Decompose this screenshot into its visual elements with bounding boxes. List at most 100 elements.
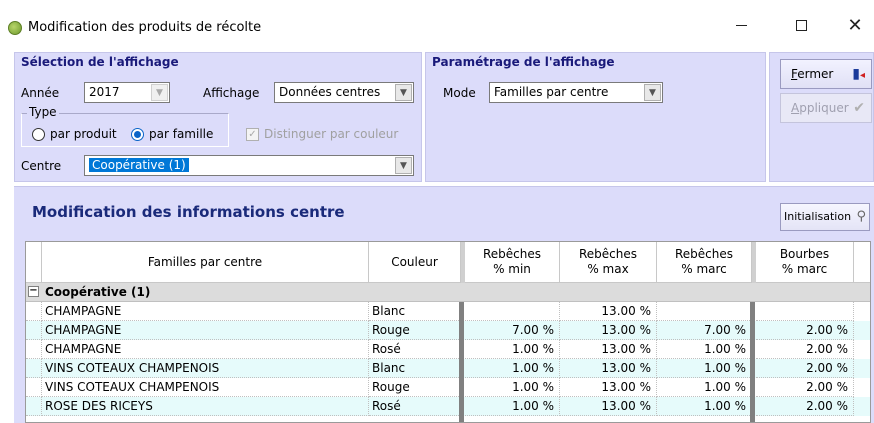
row-header[interactable] bbox=[26, 340, 42, 359]
cell-couleur[interactable]: Rouge bbox=[369, 321, 461, 340]
cell-rebeches-max[interactable]: 13.00 % bbox=[560, 397, 657, 416]
type-legend: Type bbox=[27, 105, 59, 119]
cell-rebeches-min[interactable]: 1.00 % bbox=[465, 378, 560, 397]
annee-label: Année bbox=[21, 86, 60, 100]
row-header[interactable] bbox=[26, 397, 42, 416]
header-couleur[interactable]: Couleur bbox=[369, 242, 461, 283]
row-header[interactable] bbox=[26, 302, 42, 321]
cell-rebeches-marc[interactable]: 7.00 % bbox=[657, 321, 752, 340]
cell-couleur[interactable]: Blanc bbox=[369, 359, 461, 378]
table-row[interactable]: CHAMPAGNE Rosé 1.00 % 13.00 % 1.00 % 2.00 % bbox=[26, 340, 870, 359]
cell-rebeches-marc[interactable]: 1.00 % bbox=[657, 378, 752, 397]
close-button[interactable]: ✕ bbox=[832, 10, 874, 40]
cell-famille[interactable]: VINS COTEAUX CHAMPENOIS bbox=[42, 378, 369, 397]
table-row[interactable]: VINS COTEAUX CHAMPENOIS Rouge 1.00 % 13.00 … bbox=[26, 378, 870, 397]
section-title: Modification des informations centre bbox=[32, 203, 345, 221]
grape-icon bbox=[8, 21, 22, 35]
cell-rebeches-min[interactable]: 1.00 % bbox=[465, 397, 560, 416]
cell-rebeches-min[interactable] bbox=[465, 302, 560, 321]
centre-value: Coopérative (1) bbox=[89, 158, 189, 172]
row-header[interactable] bbox=[26, 321, 42, 340]
distinguer-label: Distinguer par couleur bbox=[264, 127, 399, 141]
affichage-value: Données centres bbox=[279, 85, 381, 99]
cell-rebeches-marc[interactable]: 1.00 % bbox=[657, 359, 752, 378]
table-row[interactable]: ROSE DES RICEYS Rosé 1.00 % 13.00 % 1.00 % 2.… bbox=[26, 397, 870, 416]
header-familles[interactable]: Familles par centre bbox=[42, 242, 369, 283]
cell-rebeches-max[interactable]: 13.00 % bbox=[560, 302, 657, 321]
fermer-button[interactable]: Fermer ▮◂ bbox=[780, 59, 872, 89]
cell-famille[interactable]: VINS COTEAUX CHAMPENOIS bbox=[42, 359, 369, 378]
parametrage-legend: Paramétrage de l'affichage bbox=[430, 55, 617, 69]
chevron-down-icon: ▼ bbox=[151, 84, 168, 101]
actions-panel: Fermer ▮◂ Appliquer ✔ bbox=[769, 52, 874, 182]
header-rebeches-max[interactable]: Rebêches% max bbox=[560, 242, 657, 283]
distinguer-checkbox[interactable]: ✓ bbox=[246, 128, 259, 141]
cell-rebeches-max[interactable]: 13.00 % bbox=[560, 340, 657, 359]
wrench-icon: ⚲ bbox=[856, 209, 866, 224]
affichage-label: Affichage bbox=[203, 86, 260, 100]
collapse-icon[interactable]: − bbox=[28, 286, 39, 297]
cell-bourbes-marc[interactable]: 2.00 % bbox=[756, 359, 854, 378]
mode-value: Familles par centre bbox=[494, 85, 609, 99]
data-grid: Familles par centre Couleur Rebêches% mi… bbox=[25, 241, 871, 423]
appliquer-mnemonic: A bbox=[791, 101, 800, 115]
cell-famille[interactable]: CHAMPAGNE bbox=[42, 321, 369, 340]
group-label: Coopérative (1) bbox=[45, 285, 151, 299]
affichage-select[interactable]: Données centres ▼ bbox=[274, 82, 414, 103]
checkmark-icon: ✔ bbox=[853, 100, 865, 116]
selection-legend: Sélection de l'affichage bbox=[19, 55, 181, 69]
cell-couleur[interactable]: Rosé bbox=[369, 340, 461, 359]
appliquer-button[interactable]: Appliquer ✔ bbox=[780, 93, 872, 123]
cell-bourbes-marc[interactable]: 2.00 % bbox=[756, 397, 854, 416]
chevron-down-icon: ▼ bbox=[644, 84, 661, 101]
cell-rebeches-marc[interactable]: 1.00 % bbox=[657, 340, 752, 359]
cell-rebeches-max[interactable]: 13.00 % bbox=[560, 321, 657, 340]
group-row[interactable]: − Coopérative (1) bbox=[26, 283, 870, 302]
table-row[interactable]: CHAMPAGNE Rouge 7.00 % 13.00 % 7.00 % 2.00 % bbox=[26, 321, 870, 340]
cell-bourbes-marc[interactable]: 2.00 % bbox=[756, 340, 854, 359]
close-icon: ✕ bbox=[847, 14, 863, 36]
row-header[interactable] bbox=[26, 359, 42, 378]
row-header[interactable] bbox=[26, 378, 42, 397]
column-separator bbox=[459, 302, 464, 422]
mode-select[interactable]: Familles par centre ▼ bbox=[489, 82, 663, 103]
chevron-down-icon: ▼ bbox=[395, 84, 412, 101]
fermer-label: ermer bbox=[797, 67, 834, 81]
cell-famille[interactable]: CHAMPAGNE bbox=[42, 302, 369, 321]
cell-rebeches-min[interactable]: 7.00 % bbox=[465, 321, 560, 340]
maximize-button[interactable] bbox=[778, 10, 824, 40]
table-row[interactable]: VINS COTEAUX CHAMPENOIS Blanc 1.00 % 13.00 … bbox=[26, 359, 870, 378]
annee-select[interactable]: 2017 ▼ bbox=[84, 82, 170, 103]
initialisation-button[interactable]: Initialisation ⚲ bbox=[780, 203, 870, 231]
cell-couleur[interactable]: Rouge bbox=[369, 378, 461, 397]
radio-par-famille[interactable] bbox=[131, 128, 144, 141]
cell-bourbes-marc[interactable]: 2.00 % bbox=[756, 321, 854, 340]
appliquer-label: ppliquer bbox=[799, 101, 849, 115]
cell-rebeches-max[interactable]: 13.00 % bbox=[560, 359, 657, 378]
cell-rebeches-min[interactable]: 1.00 % bbox=[465, 340, 560, 359]
cell-bourbes-marc[interactable] bbox=[756, 302, 854, 321]
cell-couleur[interactable]: Rosé bbox=[369, 397, 461, 416]
table-row[interactable]: CHAMPAGNE Blanc 13.00 % bbox=[26, 302, 870, 321]
cell-rebeches-min[interactable]: 1.00 % bbox=[465, 359, 560, 378]
cell-famille[interactable]: ROSE DES RICEYS bbox=[42, 397, 369, 416]
cell-rebeches-marc[interactable]: 1.00 % bbox=[657, 397, 752, 416]
minimize-button[interactable] bbox=[718, 10, 764, 40]
header-rebeches-min[interactable]: Rebêches% min bbox=[465, 242, 560, 283]
radio-par-produit[interactable] bbox=[32, 128, 45, 141]
header-text: % marc bbox=[781, 262, 828, 276]
cell-couleur[interactable]: Blanc bbox=[369, 302, 461, 321]
centre-select[interactable]: Coopérative (1) ▼ bbox=[84, 155, 414, 176]
cell-famille[interactable]: CHAMPAGNE bbox=[42, 340, 369, 359]
cell-rebeches-marc[interactable] bbox=[657, 302, 752, 321]
header-rebeches-marc[interactable]: Rebêches% marc bbox=[657, 242, 752, 283]
centre-label: Centre bbox=[21, 159, 62, 173]
cell-bourbes-marc[interactable]: 2.00 % bbox=[756, 378, 854, 397]
cell-rebeches-max[interactable]: 13.00 % bbox=[560, 378, 657, 397]
row-header-corner bbox=[26, 242, 42, 283]
header-filler bbox=[854, 242, 870, 283]
selection-panel: Sélection de l'affichage Année 2017 ▼ Af… bbox=[14, 52, 422, 182]
header-bourbes-marc[interactable]: Bourbes% marc bbox=[756, 242, 854, 283]
parametrage-panel: Paramétrage de l'affichage Mode Familles… bbox=[425, 52, 766, 182]
header-text: % marc bbox=[681, 262, 727, 276]
